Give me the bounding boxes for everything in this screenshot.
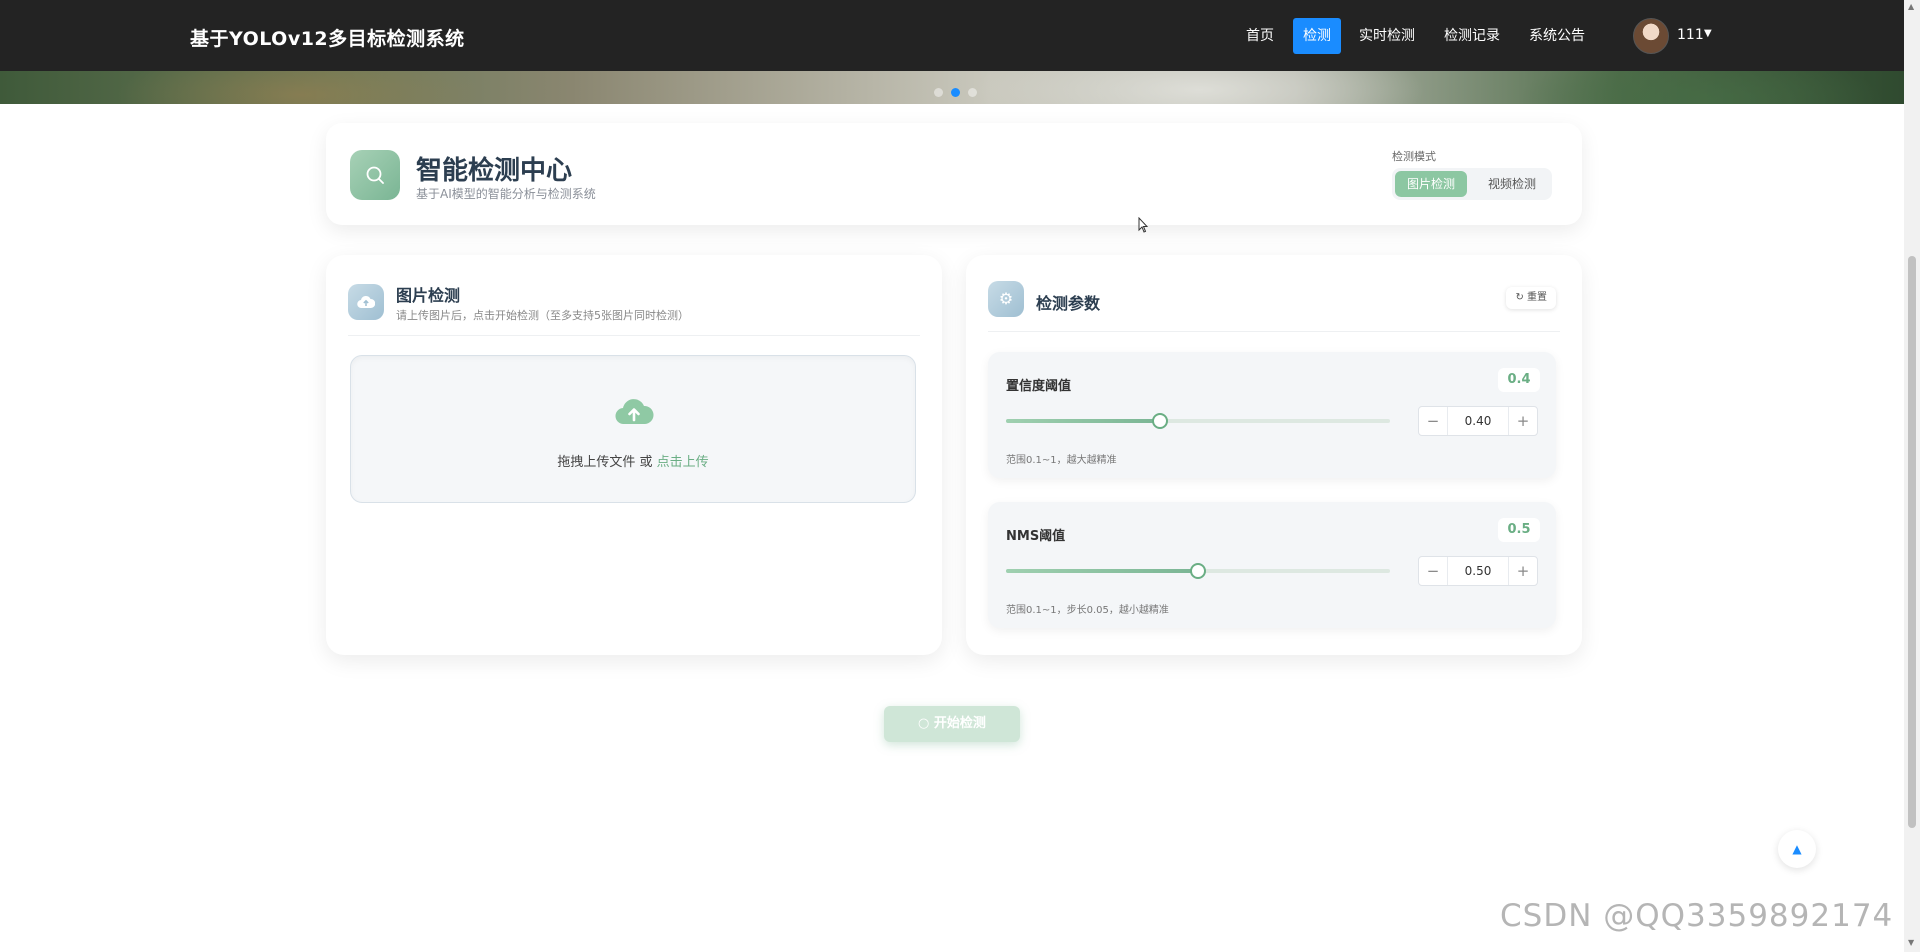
- params-panel-title: 检测参数: [1036, 294, 1101, 313]
- search-icon: ○: [918, 716, 934, 731]
- param-value-badge: 0.4: [1498, 368, 1540, 392]
- param-name: NMS阈值: [1006, 529, 1066, 544]
- caret-down-icon[interactable]: ▼: [1704, 28, 1712, 39]
- back-to-top-button[interactable]: ▲: [1778, 830, 1816, 868]
- watermark: CSDN @QQ3359892174: [1500, 898, 1894, 934]
- cloud-upload-icon: [348, 284, 384, 320]
- mode-toggle: 图片检测 视频检测: [1392, 168, 1552, 200]
- divider: [348, 335, 920, 336]
- page-subtitle: 基于AI模型的智能分析与检测系统: [416, 187, 596, 201]
- nav-realtime-detect[interactable]: 实时检测: [1349, 18, 1425, 54]
- arrow-up-icon: ▲: [1792, 842, 1802, 856]
- mode-label: 检测模式: [1392, 150, 1436, 163]
- increment-button[interactable]: +: [1508, 557, 1537, 585]
- nav-announcements[interactable]: 系统公告: [1519, 18, 1595, 54]
- scroll-up-arrow-icon[interactable]: ▲: [1908, 2, 1914, 11]
- divider: [988, 331, 1560, 332]
- start-detection-label: 开始检测: [933, 716, 986, 731]
- reset-label: 重置: [1527, 292, 1547, 303]
- confidence-slider[interactable]: [1006, 413, 1390, 429]
- confidence-stepper[interactable]: − 0.40 +: [1418, 406, 1538, 436]
- increment-button[interactable]: +: [1508, 407, 1537, 435]
- mode-image-button[interactable]: 图片检测: [1395, 171, 1468, 197]
- click-upload-link[interactable]: 点击上传: [657, 455, 709, 470]
- slider-handle[interactable]: [1151, 413, 1168, 429]
- slider-fill: [1006, 569, 1198, 573]
- upload-panel-title: 图片检测: [396, 286, 461, 305]
- refresh-icon: ↻: [1515, 292, 1527, 303]
- image-upload-panel: 图片检测 请上传图片后，点击开始检测（至多支持5张图片同时检测） 拖拽上传文件 …: [326, 255, 942, 655]
- decrement-button[interactable]: −: [1419, 557, 1448, 585]
- scroll-down-arrow-icon[interactable]: ▼: [1908, 938, 1914, 947]
- detection-center-header: 智能检测中心 基于AI模型的智能分析与检测系统 检测模式 图片检测 视频检测: [326, 123, 1582, 225]
- mode-video-button[interactable]: 视频检测: [1476, 171, 1548, 197]
- nms-slider[interactable]: [1006, 563, 1390, 579]
- param-name: 置信度阈值: [1006, 379, 1072, 394]
- gear-icon: ⚙: [988, 281, 1024, 317]
- scrollbar-thumb[interactable]: [1908, 256, 1916, 828]
- carousel-dot[interactable]: [934, 88, 943, 97]
- detection-params-panel: ⚙ 检测参数 ↻ 重置 置信度阈值 0.4 − 0.40 + 范围0.1~1，越…: [966, 255, 1582, 655]
- brand-title[interactable]: 基于YOLOv12多目标检测系统: [190, 24, 465, 51]
- scrollbar[interactable]: ▲ ▼: [1904, 0, 1920, 952]
- carousel-dot[interactable]: [968, 88, 977, 97]
- upload-panel-subtitle: 请上传图片后，点击开始检测（至多支持5张图片同时检测）: [396, 309, 689, 322]
- stepper-value[interactable]: 0.40: [1448, 407, 1508, 435]
- search-icon: [350, 150, 400, 200]
- nav-detect-records[interactable]: 检测记录: [1434, 18, 1510, 54]
- upload-instructions: 拖拽上传文件 或 点击上传: [351, 451, 915, 470]
- slider-handle[interactable]: [1190, 563, 1206, 579]
- nms-stepper[interactable]: − 0.50 +: [1418, 556, 1538, 586]
- carousel-dot-active[interactable]: [951, 88, 960, 97]
- param-hint: 范围0.1~1，越大越精准: [1006, 455, 1117, 466]
- nav-home[interactable]: 首页: [1236, 18, 1284, 54]
- stepper-value[interactable]: 0.50: [1448, 557, 1508, 585]
- cloud-upload-icon: [615, 399, 654, 425]
- slider-fill: [1006, 419, 1160, 423]
- drag-upload-text: 拖拽上传文件 或: [557, 455, 657, 470]
- start-detection-button[interactable]: ○ 开始检测: [884, 706, 1020, 742]
- navbar: 基于YOLOv12多目标检测系统 首页 检测 实时检测 检测记录 系统公告 11…: [0, 0, 1904, 71]
- confidence-threshold-param: 置信度阈值 0.4 − 0.40 + 范围0.1~1，越大越精准: [988, 352, 1556, 478]
- decrement-button[interactable]: −: [1419, 407, 1448, 435]
- nav-detect[interactable]: 检测: [1293, 18, 1341, 54]
- param-hint: 范围0.1~1，步长0.05，越小越精准: [1006, 605, 1169, 616]
- page-title: 智能检测中心: [416, 156, 573, 186]
- reset-button[interactable]: ↻ 重置: [1506, 287, 1556, 309]
- nms-threshold-param: NMS阈值 0.5 − 0.50 + 范围0.1~1，步长0.05，越小越精准: [988, 502, 1556, 628]
- mouse-cursor-icon: [1138, 217, 1148, 233]
- avatar[interactable]: [1633, 18, 1669, 54]
- user-name[interactable]: 111: [1677, 27, 1704, 43]
- param-value-badge: 0.5: [1498, 518, 1540, 542]
- carousel-indicators: [930, 82, 981, 101]
- upload-dropzone[interactable]: 拖拽上传文件 或 点击上传: [350, 355, 916, 503]
